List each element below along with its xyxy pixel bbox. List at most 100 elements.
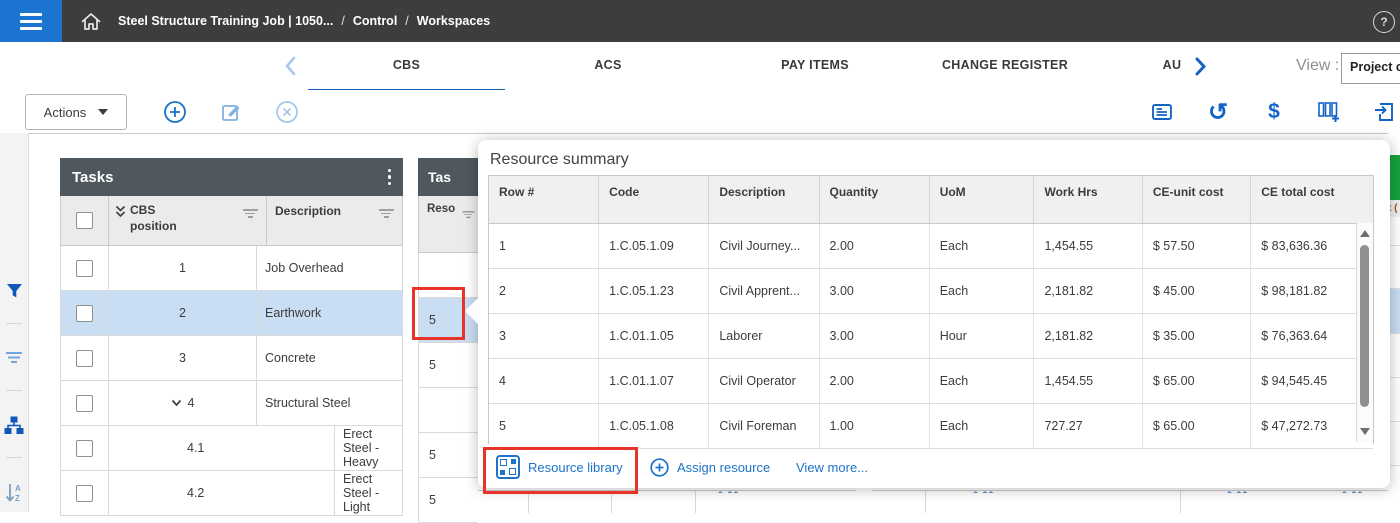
row-checkbox[interactable] — [76, 439, 93, 457]
actions-label: Actions — [43, 104, 87, 120]
cbs-position-value: 2 — [179, 306, 186, 320]
tab-cbs[interactable]: CBS — [308, 42, 505, 92]
kebab-menu-icon[interactable] — [387, 168, 391, 186]
collapse-all-icon[interactable] — [115, 205, 126, 218]
column-header-ce-unit-cost[interactable]: CE-unit cost — [1143, 176, 1252, 223]
row-checkbox[interactable] — [76, 394, 93, 412]
table-row[interactable]: 5 1.C.05.1.08 Civil Foreman 1.00 Each 727.2… — [489, 404, 1373, 449]
undo-icon[interactable]: ↺ — [1205, 99, 1231, 126]
column-header-uom[interactable]: UoM — [930, 176, 1035, 223]
row-checkbox[interactable] — [76, 349, 93, 367]
resource-summary-popup: Resource summary Row # Code Description … — [465, 140, 1390, 488]
assign-resource-button[interactable]: Assign resource — [650, 454, 770, 480]
resource-count-cell[interactable] — [418, 388, 478, 433]
column-header-row-number[interactable]: Row # — [489, 176, 600, 223]
resource-count-cell[interactable]: 5 — [418, 343, 478, 388]
description-value: Structural Steel — [265, 396, 351, 410]
view-more-link[interactable]: View more... — [796, 454, 868, 480]
tab-pay-items[interactable]: PAY ITEMS — [781, 42, 849, 89]
description-value: Job Overhead — [265, 261, 344, 275]
caret-down-icon — [98, 109, 109, 115]
resource-count-cell[interactable]: 5 — [418, 478, 478, 523]
table-row[interactable]: 2 1.C.05.1.23 Civil Apprent... 3.00 Each 2,… — [489, 269, 1373, 314]
table-row[interactable]: 4 1.C.01.1.07 Civil Operator 2.00 Each 1,45… — [489, 359, 1373, 404]
tasks-panel-header: Tasks — [60, 158, 403, 196]
filter-icon[interactable] — [0, 279, 28, 303]
column-label: Reso — [427, 203, 456, 215]
row-checkbox[interactable] — [76, 259, 93, 277]
column-header-resources[interactable]: Reso — [418, 196, 478, 253]
breadcrumb-separator: / — [405, 14, 409, 28]
column-filter-icon[interactable] — [242, 209, 258, 219]
clipped-number-fragment: 0.00 — [1342, 490, 1364, 493]
scroll-up-icon[interactable] — [1360, 230, 1370, 237]
breadcrumb-workspaces[interactable]: Workspaces — [417, 14, 490, 28]
details-list-icon[interactable] — [1149, 99, 1175, 125]
view-label: View : — [1296, 57, 1340, 74]
resource-library-button[interactable]: Resource library — [496, 454, 623, 480]
breadcrumb-control[interactable]: Control — [353, 14, 397, 28]
resource-count-cell[interactable]: 5 — [418, 433, 478, 478]
view-select[interactable]: Project c — [1341, 53, 1400, 84]
svg-text:Z: Z — [15, 494, 20, 503]
resource-library-icon — [496, 455, 520, 479]
table-row[interactable]: 4 Structural Steel — [60, 381, 403, 426]
export-icon[interactable] — [1372, 99, 1398, 125]
breadcrumb-job[interactable]: Steel Structure Training Job | 1050... — [118, 14, 333, 28]
resource-count-cell[interactable] — [418, 253, 478, 298]
vertical-scrollbar[interactable] — [1356, 223, 1373, 442]
table-row-selected[interactable]: 2 Earthwork — [60, 291, 403, 336]
clipped-number-fragment: 0.00 — [1227, 490, 1249, 493]
select-all-checkbox[interactable] — [76, 212, 93, 229]
column-header-cbs-position[interactable]: CBS position — [109, 196, 267, 245]
tabs-scroll-left-icon[interactable] — [284, 56, 296, 81]
row-filter-lines-icon[interactable] — [0, 346, 28, 370]
currency-icon[interactable]: $ — [1261, 99, 1287, 125]
help-icon[interactable]: ? — [1373, 11, 1395, 33]
popup-title: Resource summary — [490, 151, 629, 168]
column-header-quantity[interactable]: Quantity — [820, 176, 930, 223]
actions-dropdown-button[interactable]: Actions — [25, 94, 127, 130]
table-row[interactable]: 1 Job Overhead — [60, 246, 403, 291]
column-header-description[interactable]: Description — [267, 196, 402, 245]
column-header-ce-total-cost[interactable]: CE total cost — [1251, 176, 1373, 223]
hamburger-menu-icon[interactable] — [0, 0, 62, 42]
add-column-icon[interactable] — [1316, 99, 1342, 125]
tab-acs[interactable]: ACS — [594, 42, 621, 89]
column-filter-icon[interactable] — [378, 209, 394, 219]
column-filter-icon[interactable] — [462, 211, 475, 219]
hierarchy-icon[interactable] — [0, 413, 28, 437]
popup-callout-pointer — [465, 298, 478, 324]
tab-change-register[interactable]: CHANGE REGISTER — [942, 42, 1068, 89]
column-header-description[interactable]: Description — [709, 176, 820, 223]
column-label: Description — [275, 204, 342, 218]
row-checkbox[interactable] — [76, 304, 93, 322]
expand-chevron-icon[interactable] — [171, 399, 182, 407]
home-icon[interactable] — [70, 0, 112, 42]
table-row[interactable]: 1 1.C.05.1.09 Civil Journey... 2.00 Each 1,… — [489, 224, 1373, 269]
row-checkbox[interactable] — [76, 484, 93, 502]
scroll-down-icon[interactable] — [1360, 428, 1370, 435]
table-row[interactable]: 3 1.C.01.1.05 Laborer 3.00 Hour 2,181.82 $ … — [489, 314, 1373, 359]
description-value: Erect Steel - Heavy — [343, 427, 380, 469]
tab-au[interactable]: AU — [1163, 42, 1182, 89]
clipped-number-fragment: 0.00 — [973, 490, 995, 493]
cbs-position-value: 4.2 — [187, 486, 205, 500]
table-row[interactable]: 3 Concrete — [60, 336, 403, 381]
assign-resource-label: Assign resource — [677, 459, 771, 475]
table-row[interactable]: 4.2 Erect Steel - Light — [60, 471, 403, 516]
column-header-work-hrs[interactable]: Work Hrs — [1034, 176, 1143, 223]
delete-icon[interactable] — [274, 99, 300, 125]
clipped-number-fragment: 0.00 — [718, 490, 740, 493]
breadcrumb: Steel Structure Training Job | 1050... /… — [118, 0, 490, 42]
description-value: Erect Steel - Light — [343, 472, 380, 514]
sort-az-icon[interactable]: AZ — [0, 481, 28, 505]
table-row[interactable]: 4.1 Erect Steel - Heavy — [60, 426, 403, 471]
left-utility-rail: AZ — [0, 133, 29, 512]
add-icon[interactable] — [162, 99, 188, 125]
tabs-scroll-right-icon[interactable] — [1194, 57, 1207, 81]
column-header-code[interactable]: Code — [599, 176, 710, 223]
edit-icon[interactable] — [218, 99, 244, 125]
plus-circle-icon — [650, 457, 669, 477]
scrollbar-thumb[interactable] — [1360, 245, 1369, 407]
